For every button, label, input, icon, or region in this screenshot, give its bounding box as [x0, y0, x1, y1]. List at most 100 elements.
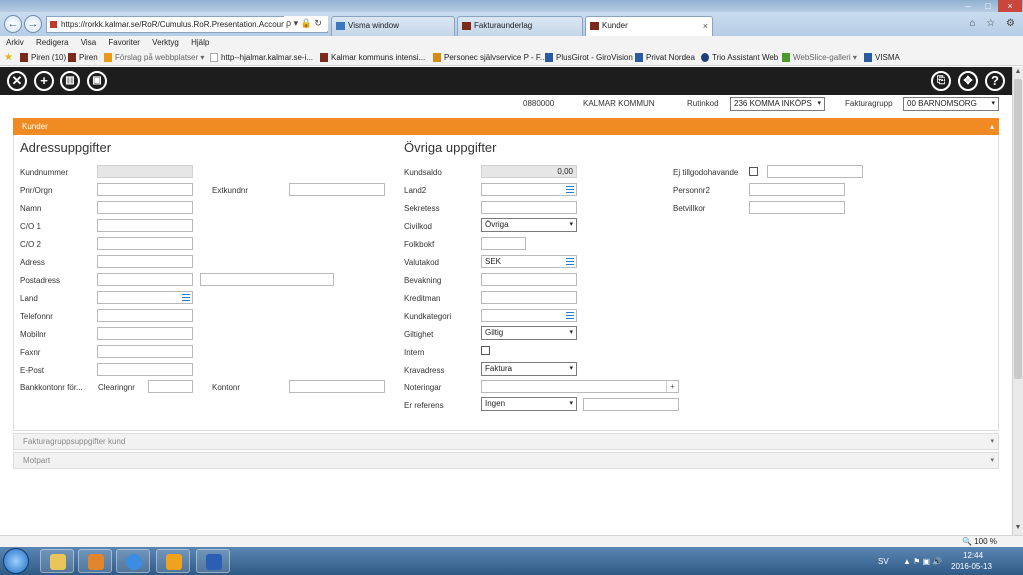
- co1-label: C/O 1: [20, 222, 41, 231]
- er-referens-field[interactable]: [583, 398, 679, 411]
- taskbar-outlook[interactable]: [156, 549, 190, 573]
- co2-field[interactable]: [97, 237, 193, 250]
- ej-tillgodo-field[interactable]: [767, 165, 863, 178]
- close-icon[interactable]: ✕: [7, 71, 27, 91]
- postnummer-field[interactable]: [97, 273, 193, 286]
- namn-field[interactable]: [97, 201, 193, 214]
- co1-field[interactable]: [97, 219, 193, 232]
- kreditman-field[interactable]: [481, 291, 577, 304]
- ej-tillgodo-checkbox[interactable]: [749, 167, 758, 176]
- list-icon[interactable]: [566, 258, 574, 265]
- taskbar-word[interactable]: [196, 549, 230, 573]
- noteringar-field[interactable]: +: [481, 380, 679, 393]
- intern-checkbox[interactable]: [481, 346, 490, 355]
- tray-icons[interactable]: ▲ ⚑ ▣ 🔊: [903, 557, 942, 566]
- list-icon[interactable]: [182, 294, 190, 301]
- fav-piren-10[interactable]: Piren (10): [20, 50, 66, 65]
- clearingnr-field[interactable]: [148, 380, 193, 393]
- fav-plusgirot[interactable]: PlusGirot - GiroVision: [545, 50, 633, 65]
- zoom-level[interactable]: 🔍 100 %: [962, 536, 997, 547]
- back-icon[interactable]: ←: [4, 15, 22, 33]
- fakturagrupp-select[interactable]: 00 BARNOMSORG ▾: [903, 97, 999, 111]
- forward-icon[interactable]: →: [24, 15, 42, 33]
- er-referens-select[interactable]: Ingen ▾: [481, 397, 577, 411]
- faxnr-field[interactable]: [97, 345, 193, 358]
- kontonr-field[interactable]: [289, 380, 385, 393]
- fav-webslice[interactable]: WebSlice-galleri ▾: [782, 50, 857, 65]
- personnr2-field[interactable]: [749, 183, 845, 196]
- clock-time[interactable]: 12:44: [963, 551, 983, 560]
- browser-right-icons[interactable]: ⌂ ☆ ⚙: [969, 18, 1019, 29]
- scroll-down-icon[interactable]: ▼: [1013, 524, 1023, 534]
- bankkonto-label: Bankkontonr för...: [20, 383, 83, 392]
- language-indicator[interactable]: SV: [878, 557, 889, 566]
- fav-trio[interactable]: Trio Assistant Web: [701, 50, 778, 65]
- minimize-button[interactable]: –: [958, 0, 978, 12]
- close-window-button[interactable]: ×: [998, 0, 1022, 12]
- windows-start-icon[interactable]: [3, 548, 29, 574]
- pnr-field[interactable]: [97, 183, 193, 196]
- delete-icon[interactable]: ▥: [60, 71, 80, 91]
- menu-redigera[interactable]: Redigera: [36, 38, 68, 47]
- betvillkor-field[interactable]: [749, 201, 845, 214]
- menu-visa[interactable]: Visa: [81, 38, 96, 47]
- menu-verktyg[interactable]: Verktyg: [152, 38, 179, 47]
- list-icon[interactable]: [566, 312, 574, 319]
- help-icon[interactable]: ?: [985, 71, 1005, 91]
- taskbar-ie[interactable]: [116, 549, 150, 573]
- fav-personec[interactable]: Personec självservice P - F...: [433, 50, 547, 65]
- tab-kunder[interactable]: Kunder ×: [585, 16, 713, 36]
- copy-icon[interactable]: ⎘: [931, 71, 951, 91]
- fav-nordea[interactable]: Privat Nordea: [635, 50, 695, 65]
- telefonnr-field[interactable]: [97, 309, 193, 322]
- scrollbar-thumb[interactable]: [1014, 79, 1022, 379]
- menu-hjalp[interactable]: Hjälp: [191, 38, 209, 47]
- taskbar-media[interactable]: [78, 549, 112, 573]
- civilkod-select[interactable]: Övriga ▾: [481, 218, 577, 232]
- fav-piren[interactable]: Piren: [68, 50, 98, 65]
- land2-field[interactable]: [481, 183, 577, 196]
- address-bar-icons[interactable]: ρ ▾ 🔒 ↻: [284, 16, 328, 31]
- add-icon[interactable]: +: [34, 71, 54, 91]
- adress-field[interactable]: [97, 255, 193, 268]
- site-icon: [50, 21, 57, 28]
- save-icon[interactable]: ▣: [87, 71, 107, 91]
- sekretess-field[interactable]: [481, 201, 577, 214]
- epost-field[interactable]: [97, 363, 193, 376]
- fav-visma[interactable]: VISMA: [864, 50, 900, 65]
- maximize-button[interactable]: □: [978, 0, 998, 12]
- fav-kalmar[interactable]: Kalmar kommuns intensi...: [320, 50, 425, 65]
- extkundnr-field[interactable]: [289, 183, 385, 196]
- tab-visma-window[interactable]: Visma window: [331, 16, 455, 36]
- land-field[interactable]: [97, 291, 193, 304]
- giltighet-select[interactable]: Giltig ▾: [481, 326, 577, 340]
- rutinkod-select[interactable]: 236 KOMMA INKÖPS ▾: [730, 97, 825, 111]
- kravadress-select[interactable]: Faktura ▾: [481, 362, 577, 376]
- scroll-up-icon[interactable]: ▲: [1013, 68, 1023, 78]
- valutakod-field[interactable]: SEK: [481, 255, 577, 268]
- vertical-scrollbar[interactable]: ▲ ▼: [1012, 67, 1023, 535]
- star-icon[interactable]: ★: [4, 50, 13, 65]
- move-icon[interactable]: ✥: [958, 71, 978, 91]
- postort-field[interactable]: [200, 273, 334, 286]
- folkbokf-field[interactable]: [481, 237, 526, 250]
- menu-arkiv[interactable]: Arkiv: [6, 38, 24, 47]
- motpart-panel-header[interactable]: Motpart ▾: [13, 452, 999, 469]
- clock-date[interactable]: 2016-05-13: [951, 562, 992, 571]
- add-icon[interactable]: +: [666, 381, 678, 392]
- menu-favoriter[interactable]: Favoriter: [108, 38, 140, 47]
- taskbar-explorer[interactable]: [40, 549, 74, 573]
- fav-forslag[interactable]: Förslag på webbplatser ▾: [104, 50, 204, 65]
- namn-label: Namn: [20, 204, 42, 213]
- close-tab-icon[interactable]: ×: [703, 17, 708, 35]
- mobilnr-field[interactable]: [97, 327, 193, 340]
- bevakning-field[interactable]: [481, 273, 577, 286]
- kundkategori-field[interactable]: [481, 309, 577, 322]
- kunder-panel-header[interactable]: Kunder ▴: [13, 118, 999, 135]
- fav-hjalmar[interactable]: http--hjalmar.kalmar.se-i...: [210, 50, 313, 65]
- tab-fakturaunderlag[interactable]: Fakturaunderlag: [457, 16, 583, 36]
- collapse-icon[interactable]: ▴: [990, 118, 994, 135]
- fakturagrupp-panel-header[interactable]: Fakturagruppsuppgifter kund ▾: [13, 433, 999, 450]
- site-logo-icon: [462, 22, 471, 30]
- list-icon[interactable]: [566, 186, 574, 193]
